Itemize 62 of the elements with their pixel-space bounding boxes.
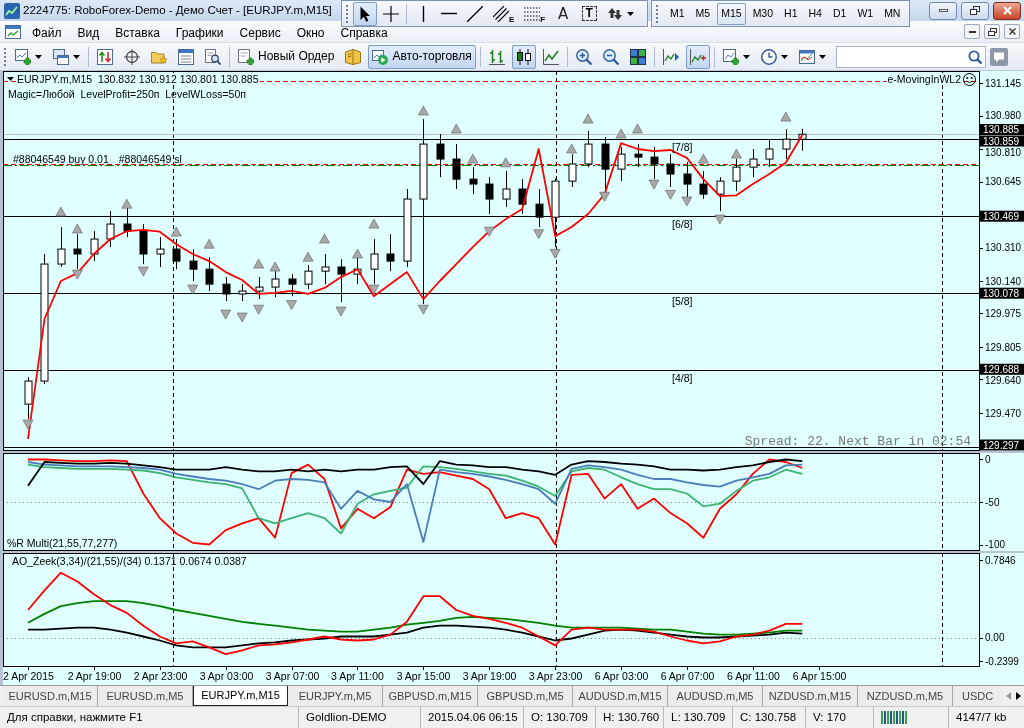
axis-label: 130.310 bbox=[985, 242, 1022, 254]
status-text: H: 130.760 bbox=[595, 707, 663, 728]
axis-label: -0.2399 bbox=[985, 655, 1019, 667]
axis-label: 129.805 bbox=[985, 341, 1022, 353]
status-text: Для справки, нажмите F1 bbox=[6, 710, 144, 725]
time-label: 3 Apr 19:00 bbox=[462, 670, 517, 682]
expert-name: e-MovingInWL2 bbox=[887, 73, 961, 85]
price-tag: 130.469 bbox=[980, 210, 1024, 222]
time-label: 6 Apr 07:00 bbox=[660, 670, 715, 682]
order-label: #88046549 buy 0.01 bbox=[13, 152, 109, 165]
annotation-text: Spread: 22. Next Bar in 02:54 bbox=[744, 434, 971, 449]
time-label: 6 Apr 03:00 bbox=[594, 670, 649, 682]
price-tag: 130.859 bbox=[980, 135, 1024, 147]
axis-label: 0.00 bbox=[985, 632, 1005, 644]
axis-label: 129.470 bbox=[985, 407, 1022, 419]
chart-title: EURJPY.m,M15 130.832 130.912 130.801 130.885 bbox=[17, 73, 259, 85]
axis-label: 130.140 bbox=[985, 275, 1022, 287]
status-text: 2015.04.06 06:15 bbox=[420, 707, 523, 728]
status-text: V: 170 bbox=[805, 707, 873, 728]
ref-line-label: 130.859 bbox=[983, 135, 1020, 147]
axis-label: 129.975 bbox=[985, 308, 1022, 320]
time-label: 6 Apr 11:00 bbox=[727, 670, 780, 682]
level-label: [7/8] bbox=[672, 140, 693, 153]
axis-label: 130.980 bbox=[985, 110, 1022, 122]
time-label: 3 Apr 15:00 bbox=[396, 670, 451, 682]
chart-title: %R Multi(21,55,77,277) bbox=[7, 537, 118, 549]
ref-line-label: 130.078 bbox=[983, 287, 1020, 299]
time-label: 3 Apr 11:00 bbox=[331, 670, 384, 682]
status-text: 4147/7 kb bbox=[948, 707, 1024, 728]
axis-label: -50 bbox=[985, 496, 1000, 508]
window-title: 2224775: RoboForex-Demo - Демо Счет - [EURJPY.m,M15] bbox=[23, 3, 332, 18]
price-tag: 129.297 bbox=[980, 439, 1024, 451]
axis-label: 130.645 bbox=[985, 176, 1022, 188]
level-label: [6/8] bbox=[672, 217, 693, 230]
ref-line-label: 129.297 bbox=[983, 439, 1020, 451]
level-label: [5/8] bbox=[672, 294, 693, 307]
ref-line-label: 129.688 bbox=[983, 363, 1020, 375]
time-label: 3 Apr 23:00 bbox=[528, 670, 583, 682]
ref-line-label: 130.885 bbox=[983, 124, 1020, 136]
axis-label: 131.145 bbox=[985, 77, 1022, 89]
time-label: 3 Apr 03:00 bbox=[199, 670, 254, 682]
status-text: Goldlion-DEMO bbox=[298, 707, 420, 728]
axis-label: 129.640 bbox=[985, 374, 1022, 386]
status-text: O: 130.709 bbox=[523, 707, 595, 728]
axis-label: 0 bbox=[985, 454, 991, 466]
axis-label: 130.810 bbox=[985, 146, 1022, 158]
time-label: 3 Apr 07:00 bbox=[265, 670, 320, 682]
chart-comment: Magic=Любой LevelProfit=250п LevelWLoss=50п bbox=[8, 88, 246, 100]
price-tag: 130.078 bbox=[980, 287, 1024, 299]
level-label: [4/8] bbox=[672, 371, 693, 384]
axis-label: -100 bbox=[985, 539, 1005, 551]
ref-line-label: 130.469 bbox=[983, 210, 1020, 222]
time-label: 2 Apr 23:00 bbox=[133, 670, 188, 682]
status-text: C: 130.758 bbox=[732, 707, 805, 728]
time-label: 6 Apr 15:00 bbox=[792, 670, 847, 682]
time-label: 2 Apr 19:00 bbox=[67, 670, 122, 682]
price-tag: 130.885 bbox=[980, 124, 1024, 136]
price-tag: 129.688 bbox=[980, 363, 1024, 375]
order-label: #88046549 sl bbox=[118, 152, 182, 165]
time-label: 2 Apr 2015 bbox=[3, 670, 54, 682]
status-text: L: 130.709 bbox=[663, 707, 732, 728]
axis-label: 0.7846 bbox=[985, 555, 1016, 566]
